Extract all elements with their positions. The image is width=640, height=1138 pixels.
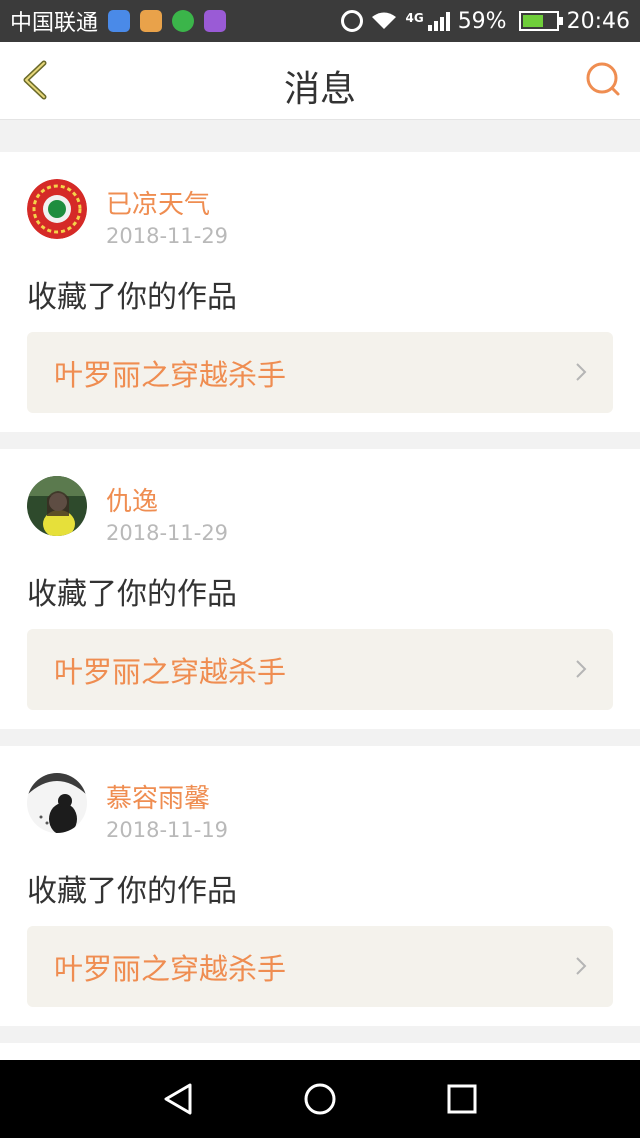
alarm-icon	[341, 10, 364, 32]
work-title: 叶罗丽之穿越杀手	[54, 357, 287, 392]
message-card: 慕容雨馨 2018-11-19 收藏了你的作品 叶罗丽之穿越杀手	[0, 746, 640, 1026]
wifi-icon	[372, 12, 397, 29]
wechat-app-icon	[172, 10, 195, 32]
back-triangle-icon[interactable]	[160, 1081, 196, 1117]
status-indicators: 4G 59% 20:46	[341, 9, 630, 34]
message-card: 仇逸 2018-11-29 收藏了你的作品 叶罗丽之穿越杀手	[0, 449, 640, 729]
signal-icon	[427, 11, 450, 31]
message-date: 2018-11-29	[106, 521, 229, 545]
chevron-right-icon	[576, 660, 587, 678]
network-type: 4G	[405, 10, 424, 25]
work-link[interactable]: 叶罗丽之穿越杀手	[27, 629, 613, 710]
user-name[interactable]: 慕容雨馨	[106, 778, 210, 815]
message-date: 2018-11-29	[106, 224, 229, 248]
page-title: 消息	[283, 69, 356, 110]
message-action: 收藏了你的作品	[27, 874, 237, 909]
chevron-right-icon	[576, 363, 587, 381]
work-title: 叶罗丽之穿越杀手	[54, 654, 287, 689]
app-header: 消息	[0, 42, 640, 120]
battery-percent: 59%	[457, 8, 507, 34]
clock: 20:46	[566, 8, 630, 34]
gallery-app-icon	[204, 10, 227, 32]
message-card: 已凉天气 2018-11-29 收藏了你的作品 叶罗丽之穿越杀手	[0, 152, 640, 432]
system-nav-bar	[0, 1060, 640, 1138]
carrier-name: 中国联通	[10, 11, 99, 36]
location-app-icon	[108, 10, 131, 32]
user-name[interactable]: 已凉天气	[106, 184, 210, 221]
user-avatar[interactable]	[27, 179, 87, 239]
search-button[interactable]	[582, 58, 626, 102]
battery-icon	[518, 11, 563, 31]
chevron-right-icon	[576, 957, 587, 975]
work-link[interactable]: 叶罗丽之穿越杀手	[27, 926, 613, 1007]
home-circle-icon[interactable]	[302, 1081, 338, 1117]
message-list: 已凉天气 2018-11-29 收藏了你的作品 叶罗丽之穿越杀手 仇逸 2018…	[0, 135, 640, 1083]
status-bar: 中国联通 4G 59% 20:46	[0, 0, 640, 42]
weibo-app-icon	[140, 10, 163, 32]
message-date: 2018-11-19	[106, 818, 229, 842]
message-action: 收藏了你的作品	[27, 577, 237, 612]
message-action: 收藏了你的作品	[27, 280, 237, 315]
recents-square-icon[interactable]	[444, 1081, 480, 1117]
user-avatar[interactable]	[27, 476, 87, 536]
work-title: 叶罗丽之穿越杀手	[54, 951, 287, 986]
work-link[interactable]: 叶罗丽之穿越杀手	[27, 332, 613, 413]
user-avatar[interactable]	[27, 773, 87, 833]
user-name[interactable]: 仇逸	[106, 481, 158, 518]
